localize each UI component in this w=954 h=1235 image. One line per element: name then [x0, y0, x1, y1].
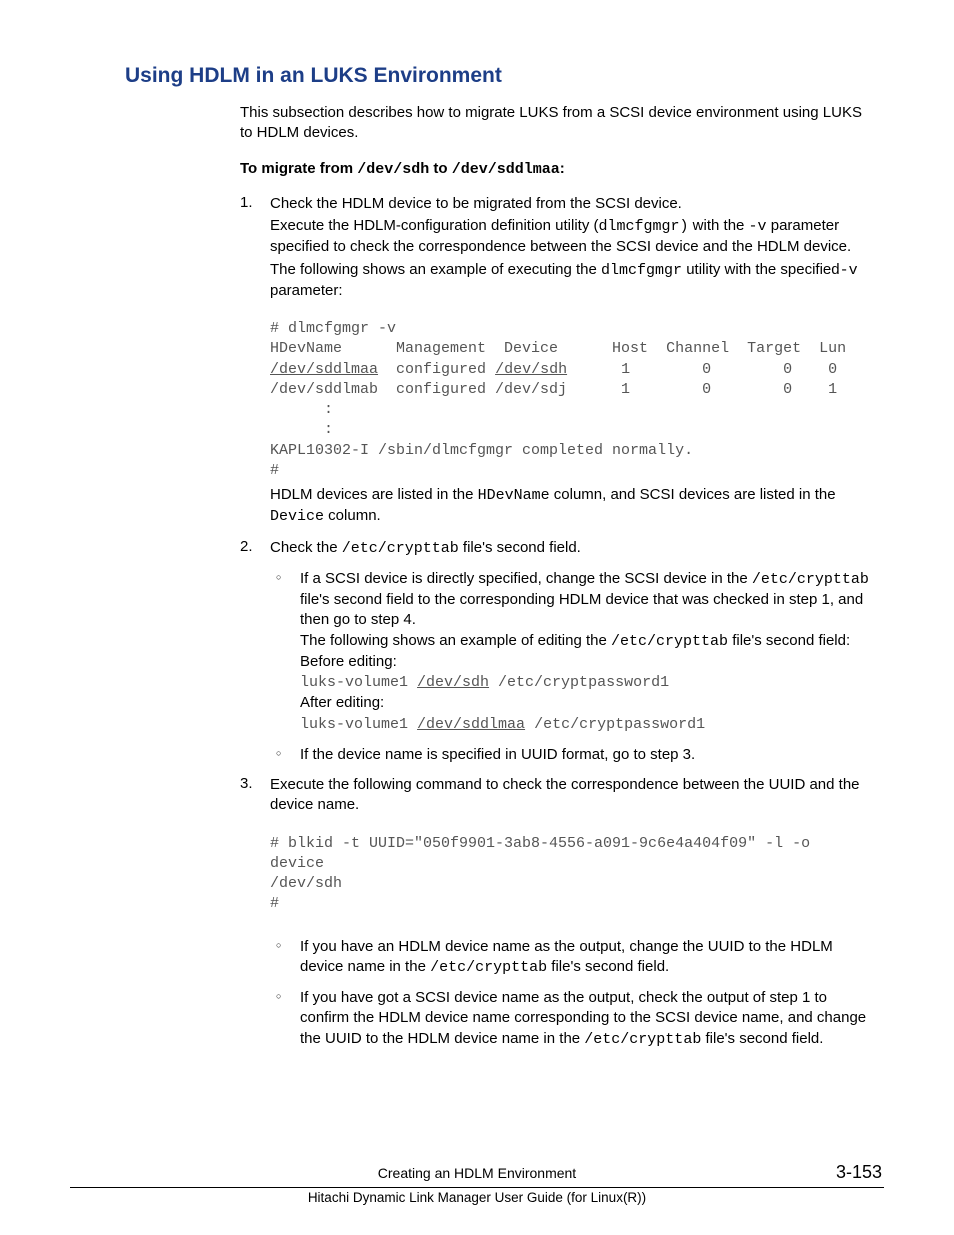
step-number: 3.	[240, 775, 253, 792]
migrate-instruction: To migrate from /dev/sdh to /dev/sddlmaa…	[240, 159, 874, 180]
after-editing-code: luks-volume1 /dev/sddlmaa /etc/cryptpass…	[300, 716, 705, 733]
intro-paragraph: This subsection describes how to migrate…	[240, 103, 874, 144]
dlmcfgmgr-output: # dlmcfgmgr -v HDevName Management Devic…	[270, 319, 874, 481]
step3-line1: Execute the following command to check t…	[270, 775, 874, 816]
step-number: 1.	[240, 194, 253, 211]
step1-line3: The following shows an example of execut…	[270, 260, 874, 302]
step1-line1: Check the HDLM device to be migrated fro…	[270, 194, 874, 214]
blkid-output: # blkid -t UUID="050f9901-3ab8-4556-a091…	[270, 834, 874, 915]
footer-chapter-title: Creating an HDLM Environment	[152, 1165, 802, 1181]
before-editing-label: Before editing:	[300, 653, 397, 670]
page-number: 3-153	[802, 1162, 882, 1183]
page-footer: Creating an HDLM Environment 3-153 Hitac…	[70, 1162, 884, 1205]
step-2: 2. Check the /etc/crypttab file's second…	[240, 538, 874, 766]
step1-line4: HDLM devices are listed in the HDevName …	[270, 485, 874, 528]
step3-bullet-2: If you have got a SCSI device name as th…	[270, 988, 874, 1050]
step2-line1: Check the /etc/crypttab file's second fi…	[270, 538, 874, 559]
after-editing-label: After editing:	[300, 694, 384, 711]
footer-book-title: Hitachi Dynamic Link Manager User Guide …	[70, 1190, 884, 1205]
step-number: 2.	[240, 538, 253, 555]
step2-bullet-1: If a SCSI device is directly specified, …	[270, 569, 874, 735]
step1-line2: Execute the HDLM-configuration definitio…	[270, 216, 874, 258]
before-editing-code: luks-volume1 /dev/sdh /etc/cryptpassword…	[300, 674, 669, 691]
step3-bullet-1: If you have an HDLM device name as the o…	[270, 937, 874, 979]
step-1: 1. Check the HDLM device to be migrated …	[240, 194, 874, 528]
step2-bullet-2: If the device name is specified in UUID …	[270, 745, 874, 765]
step-3: 3. Execute the following command to chec…	[240, 775, 874, 1050]
section-heading: Using HDLM in an LUKS Environment	[125, 64, 884, 88]
